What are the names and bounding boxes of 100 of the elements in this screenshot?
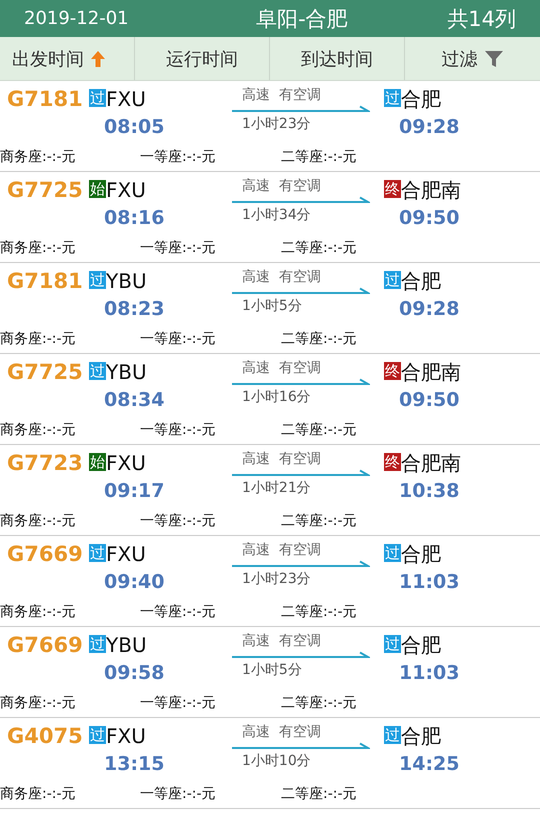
station-name: 合肥 — [401, 269, 441, 293]
depart-time: 08:16 — [103, 207, 166, 229]
train-number: G7181 — [6, 87, 84, 111]
seat-price: 二等座:-:-元 — [281, 694, 358, 712]
station-name: YBU — [106, 633, 147, 657]
seat-price: 一等座:-:-元 — [140, 603, 217, 621]
duration: 1小时23分 — [242, 570, 311, 588]
station-name: 合肥南 — [401, 178, 461, 202]
arrive-time: 09:50 — [398, 389, 460, 411]
seat-price: 二等座:-:-元 — [281, 148, 358, 166]
train-number: G7725 — [6, 360, 84, 384]
station-badge: 过 — [89, 271, 106, 289]
seat-price: 一等座:-:-元 — [140, 694, 217, 712]
train-number: G7669 — [6, 542, 84, 566]
seat-price: 商务座:-:-元 — [0, 148, 77, 166]
station-badge: 过 — [384, 89, 401, 107]
station-badge: 过 — [89, 635, 106, 653]
depart-time: 08:05 — [103, 116, 166, 138]
station-name: FXU — [106, 451, 146, 475]
station-name: 合肥南 — [401, 451, 461, 475]
station-name: 合肥 — [401, 724, 441, 748]
station-name: YBU — [106, 269, 147, 293]
train-row[interactable]: G7669 过YBU 09:58 高速 有空调 1小时5分 过合肥 11:03 商务座:-:-元 一等座:-:-元 二等座:-:-元 — [0, 627, 540, 718]
train-info: 高速 有空调 — [242, 633, 321, 650]
duration: 1小时23分 — [242, 115, 311, 133]
seat-price: 一等座:-:-元 — [140, 421, 217, 439]
station-name: 合肥 — [401, 542, 441, 566]
train-row[interactable]: G4075 过 FXU 13:15 高速 有空调 1小时10分 过合肥 14:25 商务座:-:-元 一等座:-:-元 二等座:-:-元 — [0, 718, 540, 809]
depart-time: 09:40 — [103, 571, 166, 593]
duration: 1小时16分 — [242, 388, 311, 406]
seat-price: 二等座:-:-元 — [281, 512, 358, 530]
station-name: YBU — [106, 360, 147, 384]
train-info: 高速 有空调 — [242, 178, 321, 195]
arrive-time: 14:25 — [398, 753, 460, 775]
train-number: G7669 — [6, 633, 84, 657]
seat-price: 二等座:-:-元 — [281, 603, 358, 621]
station-name: FXU — [106, 87, 146, 111]
arrive-time: 09:50 — [398, 207, 460, 229]
train-number: G7723 — [6, 451, 84, 475]
route-title: 阜阳-合肥 — [256, 6, 348, 32]
train-info: 高速 有空调 — [242, 542, 321, 559]
train-info: 高速 有空调 — [242, 87, 321, 104]
duration: 1小时5分 — [242, 297, 302, 315]
station-badge: 过 — [89, 89, 106, 107]
depart-time: 08:23 — [103, 298, 166, 320]
arrive-time: 11:03 — [398, 571, 460, 593]
train-info: 高速 有空调 — [242, 451, 321, 468]
station-badge: 终 — [384, 362, 401, 380]
station-name: FXU — [106, 542, 146, 566]
station-name: 合肥 — [401, 87, 441, 111]
filter-icon — [484, 50, 504, 68]
seat-price: 二等座:-:-元 — [281, 330, 358, 348]
station-badge: 过 — [384, 271, 401, 289]
train-row[interactable]: G7725 始 FXU 08:16 高速 有空调 1小时34分 终合肥南 09:50 商务座:-:-元 一等座:-:-元 二等座:-:-元 — [0, 172, 540, 263]
seat-price: 二等座:-:-元 — [281, 239, 358, 257]
seat-price: 商务座:-:-元 — [0, 512, 77, 530]
station-badge: 终 — [384, 453, 401, 471]
train-number: G7181 — [6, 269, 84, 293]
arrow-up-icon — [90, 50, 106, 68]
seat-price: 商务座:-:-元 — [0, 330, 77, 348]
arrive-time: 11:03 — [398, 662, 460, 684]
train-number: G7725 — [6, 178, 84, 202]
duration: 1小时5分 — [242, 661, 302, 679]
date-label: 2019-12-01 — [24, 8, 129, 29]
seat-price: 商务座:-:-元 — [0, 694, 77, 712]
station-badge: 过 — [89, 544, 106, 562]
station-name: FXU — [106, 724, 146, 748]
seat-price: 商务座:-:-元 — [0, 603, 77, 621]
station-badge: 过 — [384, 726, 401, 744]
seat-price: 一等座:-:-元 — [140, 330, 217, 348]
train-info: 高速 有空调 — [242, 360, 321, 377]
seat-price: 商务座:-:-元 — [0, 785, 77, 803]
duration: 1小时10分 — [242, 752, 311, 770]
seat-price: 商务座:-:-元 — [0, 421, 77, 439]
station-badge: 过 — [89, 726, 106, 744]
train-row[interactable]: G7723 始 FXU 09:17 高速 有空调 1小时21分 终合肥南 10:38 商务座:-:-元 一等座:-:-元 二等座:-:-元 — [0, 445, 540, 536]
depart-time: 09:17 — [103, 480, 166, 502]
seat-price: 二等座:-:-元 — [281, 785, 358, 803]
arrive-time: 09:28 — [398, 116, 460, 138]
depart-time: 13:15 — [103, 753, 166, 775]
station-badge: 始 — [89, 180, 106, 198]
station-badge: 过 — [384, 544, 401, 562]
seat-price: 二等座:-:-元 — [281, 421, 358, 439]
train-row[interactable]: G7725 过YBU 08:34 高速 有空调 1小时16分 终合肥南 09:50 商务座:-:-元 一等座:-:-元 二等座:-:-元 — [0, 354, 540, 445]
seat-price: 一等座:-:-元 — [140, 148, 217, 166]
seat-price: 一等座:-:-元 — [140, 785, 217, 803]
train-row[interactable]: G7181 过YBU 08:23 高速 有空调 1小时5分 过合肥 09:28 商务座:-:-元 一等座:-:-元 二等座:-:-元 — [0, 263, 540, 354]
station-badge: 始 — [89, 453, 106, 471]
arrive-time: 09:28 — [398, 298, 460, 320]
depart-time: 08:34 — [103, 389, 166, 411]
train-number: G4075 — [6, 724, 84, 748]
train-row[interactable]: G7181 过 FXU 08:05 高速 有空调 1小时23分 过合肥 09:28 商务座:-:-元 一等座:-:-元 二等座:-:-元 — [0, 81, 540, 172]
station-name: 合肥南 — [401, 360, 461, 384]
train-row[interactable]: G7669 过 FXU 09:40 高速 有空调 1小时23分 过合肥 11:03 商务座:-:-元 一等座:-:-元 二等座:-:-元 — [0, 536, 540, 627]
station-badge: 终 — [384, 180, 401, 198]
duration: 1小时21分 — [242, 479, 311, 497]
seat-price: 一等座:-:-元 — [140, 512, 217, 530]
depart-time: 09:58 — [103, 662, 166, 684]
arrive-time: 10:38 — [398, 480, 460, 502]
station-name: FXU — [106, 178, 146, 202]
